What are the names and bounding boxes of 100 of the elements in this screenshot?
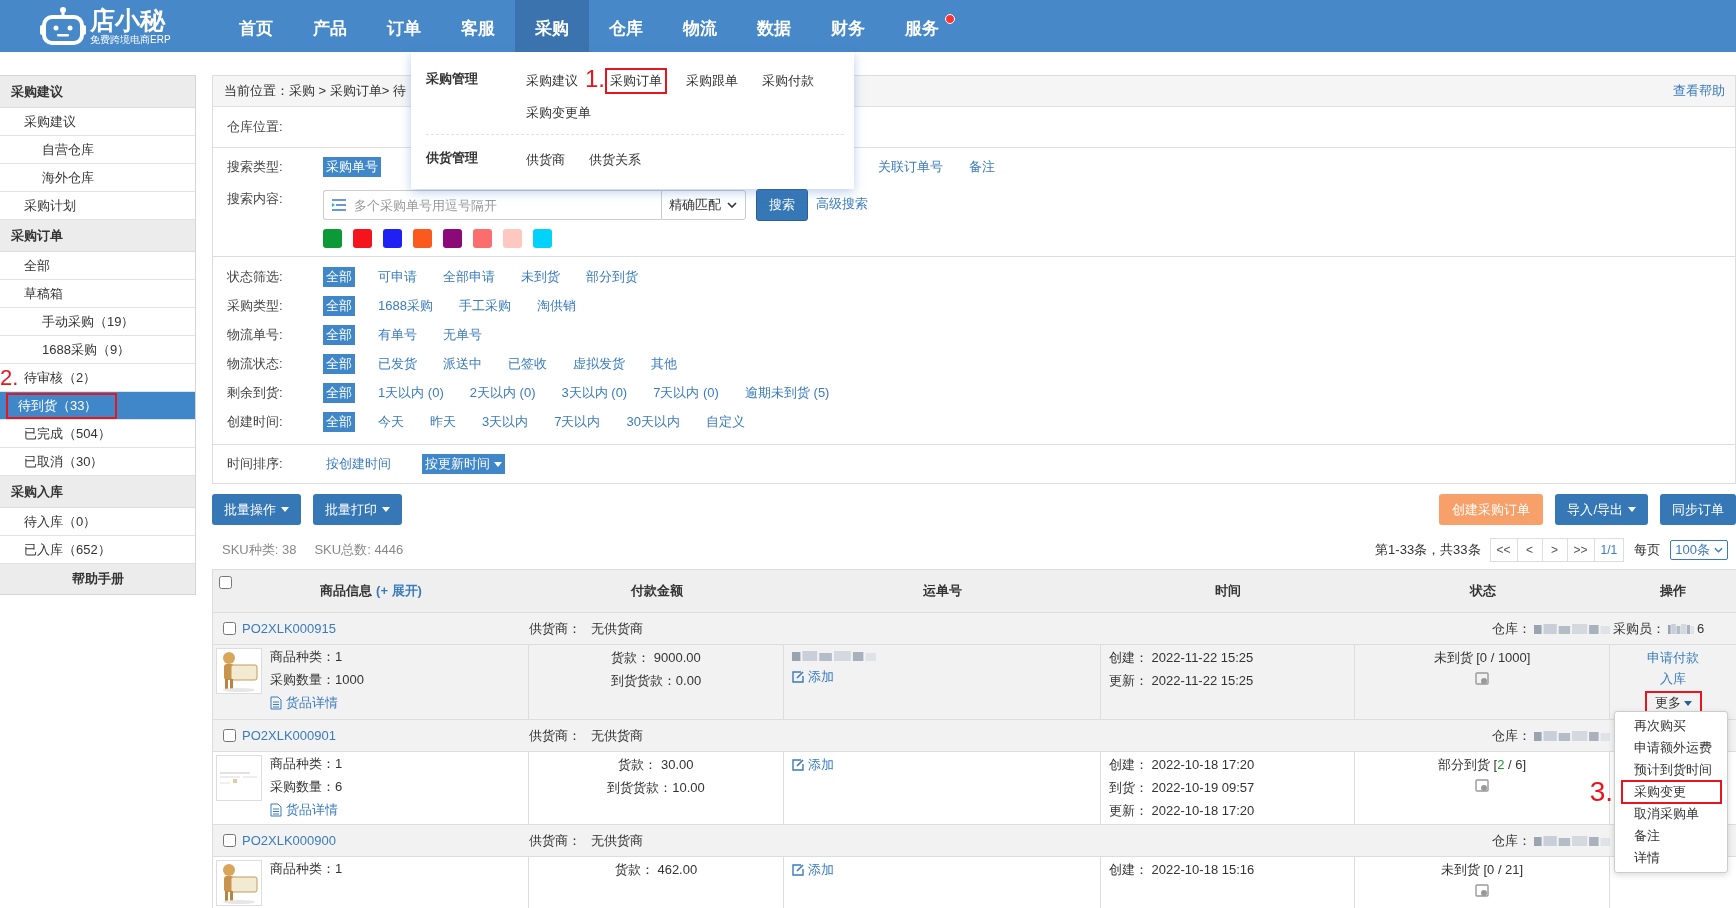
dropdown-button[interactable]: 批量打印 [313, 494, 402, 525]
filter-option[interactable]: 3天以内 [479, 411, 532, 432]
sidebar-item[interactable]: 全部 [20, 251, 54, 280]
advanced-search-link[interactable]: 高级搜索 [816, 190, 868, 218]
dropdown-button[interactable]: 导入/导出 [1555, 494, 1648, 525]
sidebar-item[interactable]: 自营仓库 [38, 135, 98, 164]
sync-button[interactable]: 同步订单 [1660, 494, 1736, 525]
filter-option[interactable]: 全部 [323, 353, 355, 374]
sidebar-item[interactable]: 待入库（0） [20, 507, 101, 536]
menu-item[interactable]: 取消采购单 [1621, 802, 1711, 826]
sidebar-item[interactable]: 已入库（652） [20, 535, 115, 564]
sort-option[interactable]: 按创建时间 [323, 454, 394, 474]
filter-option[interactable]: 逾期未到货 (5) [741, 382, 833, 403]
nav-tab[interactable]: 数据 [737, 0, 811, 52]
pager-button[interactable]: < [1516, 538, 1543, 562]
filter-option[interactable]: 全部 [323, 382, 355, 403]
checkbox[interactable] [219, 576, 232, 589]
help-link[interactable]: 帮助手册 [71, 570, 124, 588]
nav-tab[interactable]: 物流 [663, 0, 737, 52]
filter-option[interactable]: 全部 [323, 295, 355, 316]
order-number-link[interactable]: PO2XLK000901 [242, 728, 336, 743]
search-type-option[interactable]: 关联订单号 [875, 157, 946, 177]
filter-option[interactable]: 昨天 [427, 411, 459, 432]
sidebar-item[interactable]: 待审核（2） [20, 363, 101, 392]
menu-item[interactable]: 采购变更单 [521, 100, 596, 126]
sidebar-item[interactable]: 1688采购（9） [38, 335, 135, 364]
menu-item[interactable]: 采购跟单 [681, 68, 743, 94]
pager-button[interactable]: >> [1566, 538, 1595, 562]
menu-item[interactable]: 采购订单 [605, 68, 667, 94]
sidebar-item[interactable]: 已取消（30） [20, 447, 108, 476]
filter-option[interactable]: 全部 [323, 324, 355, 345]
nav-tab[interactable]: 服务 [885, 0, 959, 52]
sidebar-item[interactable]: 海外仓库 [38, 163, 98, 192]
color-tag[interactable] [473, 229, 492, 248]
filter-option[interactable]: 有单号 [375, 324, 420, 345]
nav-tab[interactable]: 采购 [515, 0, 589, 52]
filter-option[interactable]: 已签收 [505, 353, 550, 374]
sidebar-item[interactable]: 采购计划 [20, 191, 80, 220]
search-type-option[interactable]: 备注 [966, 157, 998, 177]
checkbox[interactable] [223, 834, 236, 847]
search-field[interactable]: 多个采购单号用逗号隔开 [323, 190, 661, 220]
dropdown-button[interactable]: 批量操作 [212, 494, 301, 525]
nav-tab[interactable]: 仓库 [589, 0, 663, 52]
filter-option[interactable]: 全部 [323, 266, 355, 287]
checkbox[interactable] [223, 622, 236, 635]
add-waybill-link[interactable]: 添加 [792, 756, 1092, 774]
filter-option[interactable]: 全部申请 [440, 266, 498, 287]
menu-item[interactable]: 再次购买 [1621, 714, 1698, 738]
color-tag[interactable] [413, 229, 432, 248]
sort-option[interactable]: 按更新时间 [422, 454, 505, 474]
filter-option[interactable]: 派送中 [440, 353, 485, 374]
menu-item[interactable]: 采购付款 [757, 68, 819, 94]
add-waybill-link[interactable]: 添加 [792, 861, 1092, 879]
filter-option[interactable]: 7天以内 [551, 411, 604, 432]
sidebar-item[interactable]: 已完成（504） [20, 419, 115, 448]
action-link[interactable]: 入库 [1660, 670, 1686, 688]
menu-item[interactable]: 采购变更 [1621, 780, 1722, 804]
menu-item[interactable]: 预计到货时间 [1621, 758, 1724, 782]
nav-tab[interactable]: 订单 [367, 0, 441, 52]
menu-item[interactable]: 采购建议 [521, 68, 583, 94]
color-tag[interactable] [323, 229, 342, 248]
menu-item[interactable]: 供货关系 [584, 147, 646, 173]
nav-tab[interactable]: 首页 [219, 0, 293, 52]
search-type-option[interactable]: 采购单号 [323, 157, 381, 177]
color-tag[interactable] [503, 229, 522, 248]
filter-option[interactable]: 1688采购 [375, 295, 436, 316]
menu-item[interactable]: 申请额外运费 [1621, 736, 1724, 760]
filter-option[interactable]: 已发货 [375, 353, 420, 374]
filter-option[interactable]: 7天以内 (0) [650, 382, 722, 403]
color-tag[interactable] [353, 229, 372, 248]
filter-option[interactable]: 全部 [323, 411, 355, 432]
nav-tab[interactable]: 产品 [293, 0, 367, 52]
per-page-select[interactable]: 100条 [1670, 540, 1728, 560]
sidebar-item[interactable]: 采购建议 [20, 107, 80, 136]
nav-tab[interactable]: 客服 [441, 0, 515, 52]
filter-option[interactable]: 今天 [375, 411, 407, 432]
filter-option[interactable]: 自定义 [702, 411, 748, 432]
nav-tab[interactable]: 财务 [811, 0, 885, 52]
filter-option[interactable]: 30天以内 [623, 411, 683, 432]
pager-button[interactable]: 1/1 [1593, 538, 1625, 562]
sidebar-item[interactable]: 草稿箱 [20, 279, 67, 308]
filter-option[interactable]: 可申请 [375, 266, 420, 287]
order-number-link[interactable]: PO2XLK000915 [242, 621, 336, 636]
color-tag[interactable] [383, 229, 402, 248]
filter-option[interactable]: 1天以内 (0) [375, 382, 447, 403]
checkbox[interactable] [223, 729, 236, 742]
filter-option[interactable]: 3天以内 (0) [558, 382, 631, 403]
match-select[interactable]: 精确匹配 [661, 190, 746, 220]
filter-option[interactable]: 未到货 [518, 266, 563, 287]
filter-option[interactable]: 无单号 [440, 324, 485, 345]
expand-link[interactable]: (+ 展开) [376, 582, 422, 600]
product-detail-link[interactable]: 货品详情 [270, 694, 364, 712]
filter-option[interactable]: 部分到货 [583, 266, 641, 287]
filter-option[interactable]: 虚拟发货 [570, 353, 628, 374]
pager-button[interactable]: << [1489, 538, 1518, 562]
sidebar-item[interactable]: 手动采购（19） [38, 307, 139, 336]
product-detail-link[interactable]: 货品详情 [270, 801, 343, 819]
add-waybill-link[interactable]: 添加 [792, 668, 1092, 686]
filter-option[interactable]: 淘供销 [533, 295, 579, 316]
sidebar-item[interactable]: 待到货（33） [6, 392, 118, 419]
